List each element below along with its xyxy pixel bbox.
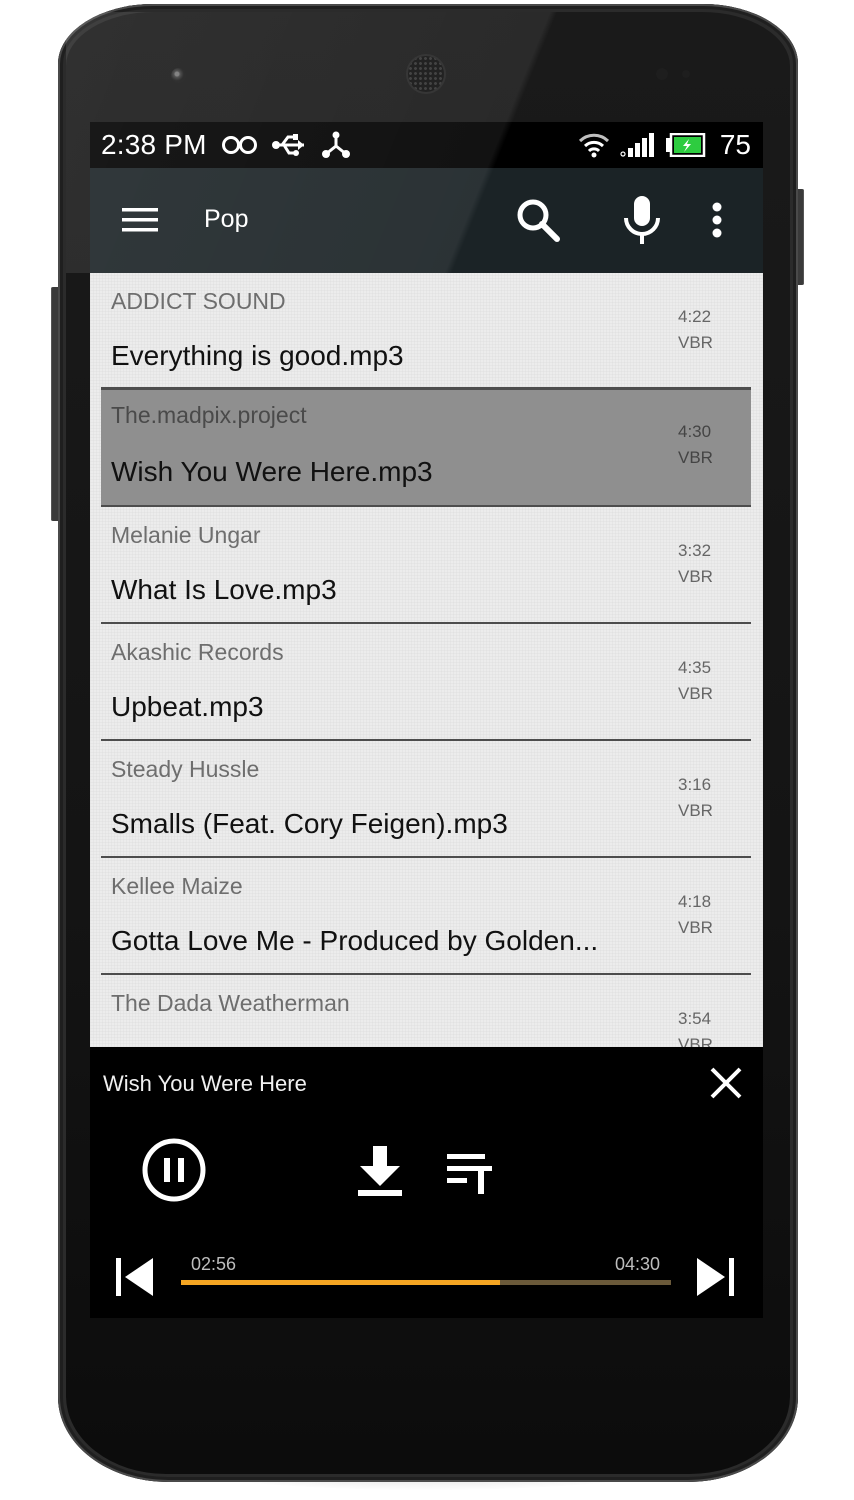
app-toolbar: Pop: [90, 168, 763, 273]
track-row[interactable]: ADDICT SOUND Everything is good.mp3 4:22…: [101, 273, 751, 389]
track-artist: Akashic Records: [111, 639, 284, 665]
track-row[interactable]: The Dada Weatherman 3:54 VBR: [101, 975, 751, 1047]
track-bitrate: VBR: [678, 918, 713, 937]
track-duration: 4:22: [678, 307, 712, 326]
now-playing-panel: Wish You Were Here 02:56 04:30: [90, 1047, 763, 1318]
queue-button[interactable]: [442, 1145, 498, 1201]
track-artist: ADDICT SOUND: [111, 288, 286, 314]
toolbar-title[interactable]: Pop: [204, 205, 248, 234]
elapsed-time: 02:56: [191, 1254, 237, 1274]
proximity-sensor: [656, 68, 668, 80]
earpiece-speaker: [408, 56, 444, 92]
share-icon: [321, 131, 351, 159]
download-button[interactable]: [352, 1141, 408, 1201]
light-sensor: [682, 70, 690, 78]
track-bitrate: VBR: [678, 1035, 713, 1047]
skip-previous-button[interactable]: [112, 1252, 156, 1302]
search-icon: [517, 199, 560, 242]
wifi-icon: [578, 132, 610, 158]
track-artist: Kellee Maize: [111, 873, 243, 899]
track-title: Upbeat.mp3: [111, 691, 264, 722]
track-title: Gotta Love Me - Produced by Golden...: [111, 925, 599, 956]
system-status-icons: 75: [578, 122, 751, 168]
close-icon: [710, 1067, 742, 1099]
track-list: ADDICT SOUND Everything is good.mp3 4:22…: [90, 273, 763, 1047]
total-time: 04:30: [615, 1254, 661, 1274]
track-bitrate: VBR: [678, 333, 713, 352]
notification-icons: [221, 131, 351, 159]
track-bitrate: VBR: [678, 567, 713, 586]
track-row[interactable]: Akashic Records Upbeat.mp3 4:35 VBR: [101, 624, 751, 741]
status-time: 2:38 PM: [101, 129, 207, 160]
track-title: Everything is good.mp3: [111, 340, 404, 371]
close-player-button[interactable]: [704, 1061, 748, 1105]
track-duration: 4:18: [678, 892, 712, 911]
seek-bar-progress: [181, 1280, 501, 1285]
status-bar: 2:38 PM 75: [90, 122, 763, 168]
track-duration: 4:35: [678, 658, 712, 677]
track-bitrate: VBR: [678, 801, 713, 820]
track-duration: 3:54: [678, 1009, 712, 1028]
skip-previous-icon: [116, 1258, 153, 1296]
track-artist: Melanie Ungar: [111, 522, 261, 548]
track-artist: The.madpix.project: [111, 402, 307, 428]
track-title: Smalls (Feat. Cory Feigen).mp3: [111, 808, 508, 839]
track-duration: 3:16: [678, 775, 712, 794]
seek-bar[interactable]: [181, 1280, 671, 1285]
skip-next-button[interactable]: [694, 1252, 738, 1302]
front-camera: [171, 68, 186, 83]
overflow-menu-icon: [712, 202, 722, 238]
hamburger-menu-icon: [122, 208, 158, 232]
track-duration: 3:32: [678, 541, 712, 560]
skip-next-icon: [697, 1258, 734, 1296]
overflow-menu-button[interactable]: [702, 198, 732, 242]
search-button[interactable]: [510, 194, 566, 246]
pause-button[interactable]: [140, 1136, 208, 1204]
track-title: Wish You Were Here.mp3: [111, 456, 433, 487]
battery-charging-icon: [665, 133, 706, 157]
voice-search-button[interactable]: [618, 190, 666, 250]
track-row[interactable]: Kellee Maize Gotta Love Me - Produced by…: [101, 858, 751, 975]
track-title: What Is Love.mp3: [111, 574, 337, 605]
track-row-selected[interactable]: The.madpix.project Wish You Were Here.mp…: [101, 388, 751, 507]
track-artist: The Dada Weatherman: [111, 990, 350, 1016]
voicemail-icon: [221, 134, 259, 156]
usb-icon: [271, 133, 309, 157]
hamburger-menu-button[interactable]: [120, 202, 160, 238]
screen: 2:38 PM 75 Pop ADDICT SOUND Everything i…: [90, 122, 763, 1318]
microphone-icon: [624, 196, 660, 244]
track-row[interactable]: Steady Hussle Smalls (Feat. Cory Feigen)…: [101, 741, 751, 858]
now-playing-title: Wish You Were Here: [103, 1071, 307, 1096]
queue-icon: [447, 1154, 492, 1194]
cell-signal-icon: [620, 133, 656, 157]
track-row[interactable]: Melanie Ungar What Is Love.mp3 3:32 VBR: [101, 507, 751, 624]
track-duration: 4:30: [678, 422, 712, 441]
pause-icon: [142, 1138, 206, 1202]
track-artist: Steady Hussle: [111, 756, 260, 782]
track-bitrate: VBR: [678, 684, 713, 703]
download-icon: [358, 1146, 402, 1196]
battery-percent: 75: [719, 129, 751, 160]
track-bitrate: VBR: [678, 448, 713, 467]
